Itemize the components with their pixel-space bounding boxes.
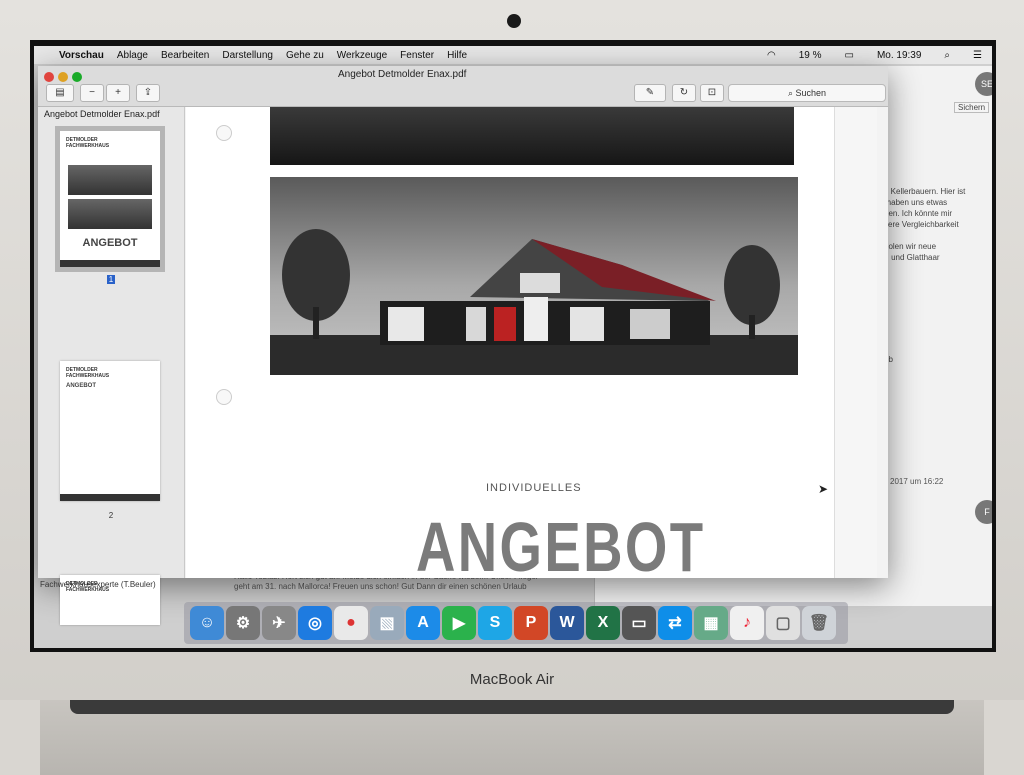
thumbnail-logo: DETMOLDER FACHWERKHAUS [66, 137, 110, 149]
finder-icon[interactable]: ☺ [190, 606, 224, 640]
zoom-button[interactable] [72, 72, 82, 82]
document-subtitle: INDIVIDUELLES [486, 482, 582, 494]
window-title: Angebot Detmolder Enax.pdf [338, 69, 467, 80]
trash-icon[interactable]: 🗑 [802, 606, 836, 640]
menu-bearbeiten[interactable]: Bearbeiten [161, 50, 209, 61]
battery-icon[interactable]: ▭ [844, 50, 853, 61]
search-placeholder: Suchen [795, 88, 827, 98]
minimize-button[interactable] [58, 72, 68, 82]
laptop-brand: MacBook Air [469, 671, 555, 688]
thumbnail-photo [68, 199, 152, 229]
menu-app-name[interactable]: Vorschau [59, 50, 104, 61]
preview-window: Angebot Detmolder Enax.pdf ▤ − + ⇪ ✎ ↻ ⊡… [38, 66, 888, 625]
punch-hole [216, 125, 232, 141]
thumbnail-footer [60, 494, 160, 501]
menu-hilfe[interactable]: Hilfe [447, 50, 467, 61]
share-icon[interactable]: ⇪ [136, 84, 160, 102]
avatar: F [975, 500, 992, 524]
preview-icon[interactable]: ▧ [370, 606, 404, 640]
house-photo-top [270, 107, 794, 165]
skype-icon[interactable]: S [478, 606, 512, 640]
status-area: ◠ 19 % ▭ Mo. 19:39 ⌕ ☰ [754, 46, 982, 64]
menu-bar: Vorschau Ablage Bearbeiten Darstellung G… [34, 46, 992, 64]
photos-icon[interactable]: ▦ [694, 606, 728, 640]
mouse-cursor-icon: ➤ [818, 482, 829, 496]
battery-percentage[interactable]: 19 % [799, 50, 822, 61]
menu-ablage[interactable]: Ablage [117, 50, 148, 61]
thumbnail-photo [68, 165, 152, 195]
word-icon[interactable]: W [550, 606, 584, 640]
clock[interactable]: Mo. 19:39 [877, 50, 921, 61]
thumbnail-title: ANGEBOT [66, 383, 96, 389]
document-page[interactable]: INDIVIDUELLES ANGEBOT [186, 107, 836, 578]
notification-center-icon[interactable]: ☰ [973, 50, 982, 61]
laptop-hinge [70, 700, 954, 714]
menu-fenster[interactable]: Fenster [400, 50, 434, 61]
folder-icon[interactable]: ▢ [766, 606, 800, 640]
document-margin [834, 107, 877, 578]
system-preferences-icon[interactable]: ⚙ [226, 606, 260, 640]
chrome-icon[interactable]: ● [334, 606, 368, 640]
title-bar: Angebot Detmolder Enax.pdf ▤ − + ⇪ ✎ ↻ ⊡… [38, 66, 888, 107]
thumbnail-sidebar: Angebot Detmolder Enax.pdf DETMOLDER FAC… [38, 107, 185, 625]
thumbnail-title: ANGEBOT [82, 237, 138, 249]
spotlight-icon[interactable]: ⌕ [944, 50, 950, 61]
mail-sender-label: Fachwerkhausexperte (T.Beuler) [40, 580, 156, 589]
wifi-icon[interactable]: ◠ [767, 50, 776, 61]
facetime-icon[interactable]: ▶ [442, 606, 476, 640]
search-input[interactable]: ⌕ Suchen [728, 84, 886, 102]
page-thumbnail-1[interactable]: DETMOLDER FACHWERKHAUS ANGEBOT [55, 126, 165, 272]
zoom-in-icon[interactable]: + [106, 84, 130, 102]
excel-icon[interactable]: X [586, 606, 620, 640]
camera [507, 14, 521, 28]
thumbnail-logo: DETMOLDER FACHWERKHAUS [66, 367, 110, 379]
menu-gehe-zu[interactable]: Gehe zu [286, 50, 324, 61]
mail-text-fragment: n Kellerbauern. Hier ist (haben uns etwa… [884, 187, 966, 262]
sidebar-file-label[interactable]: Angebot Detmolder Enax.pdf [44, 109, 160, 119]
launchpad-icon[interactable]: ✈ [262, 606, 296, 640]
punch-hole [216, 389, 232, 405]
search-icon: ⌕ [787, 88, 793, 98]
app-store-icon[interactable]: A [406, 606, 440, 640]
markup-pen-icon[interactable]: ✎ [634, 84, 666, 102]
scanner-icon[interactable]: ▭ [622, 606, 656, 640]
house-photo-rendering [270, 177, 798, 375]
avatar: SE [975, 72, 992, 96]
powerpoint-icon[interactable]: P [514, 606, 548, 640]
dock: ☺ ⚙ ✈ ◎ ● ▧ A ▶ S P W X ▭ ⇄ ▦ ♪ ▢ 🗑 [184, 602, 848, 644]
menu-werkzeuge[interactable]: Werkzeuge [337, 50, 387, 61]
itunes-icon[interactable]: ♪ [730, 606, 764, 640]
zoom-out-icon[interactable]: − [80, 84, 104, 102]
page-number-1: 1 [106, 275, 116, 284]
mail-date: 2017 um 16:22 [890, 477, 944, 486]
page-thumbnail-2[interactable]: DETMOLDER FACHWERKHAUS ANGEBOT [60, 361, 160, 501]
sidebar-toggle-icon[interactable]: ▤ [46, 84, 74, 102]
toolbox-icon[interactable]: ⊡ [700, 84, 724, 102]
close-button[interactable] [44, 72, 54, 82]
safari-icon[interactable]: ◎ [298, 606, 332, 640]
menu-darstellung[interactable]: Darstellung [222, 50, 273, 61]
page-number-2: 2 [108, 511, 114, 520]
rotate-icon[interactable]: ↻ [672, 84, 696, 102]
teamviewer-icon[interactable]: ⇄ [658, 606, 692, 640]
save-button[interactable]: Sichern [954, 102, 990, 113]
thumbnail-footer [60, 260, 160, 267]
document-title: ANGEBOT [416, 508, 706, 578]
screen: Vorschau Ablage Bearbeiten Darstellung G… [34, 46, 992, 648]
